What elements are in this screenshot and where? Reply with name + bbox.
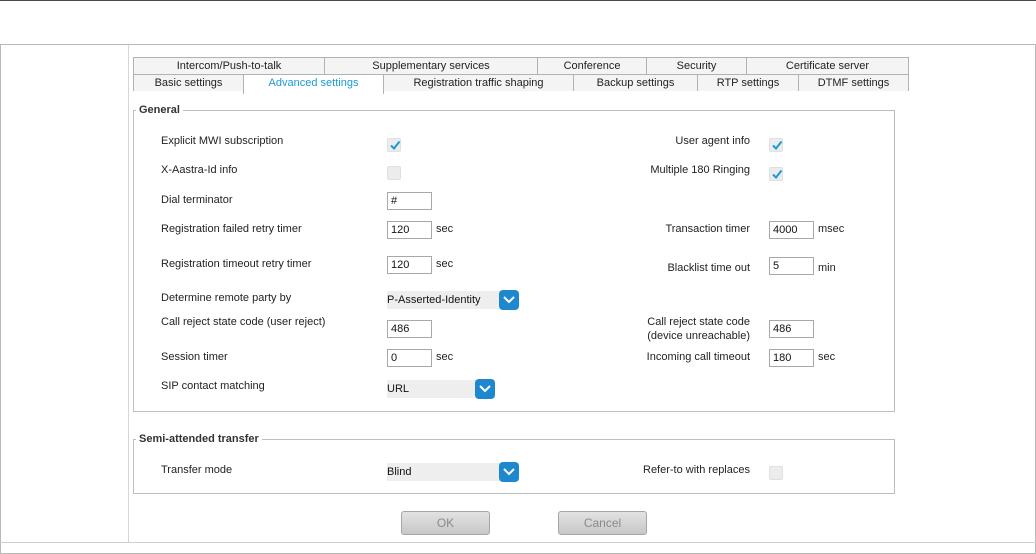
transaction-timer-unit: msec — [818, 223, 845, 235]
refer-to-checkbox[interactable] — [769, 466, 783, 480]
tab-registration-traffic-shaping[interactable]: Registration traffic shaping — [383, 74, 574, 91]
transaction-timer-label: Transaction timer — [665, 223, 750, 235]
blacklist-timeout-label: Blacklist time out — [667, 262, 750, 274]
transfer-mode-label: Transfer mode — [161, 464, 233, 476]
remote-party-value: P-Asserted-Identity — [387, 294, 481, 306]
refer-to-label: Refer-to with replaces — [643, 464, 750, 476]
ok-button[interactable]: OK — [401, 511, 490, 535]
user-agent-info-checkbox[interactable] — [769, 138, 783, 152]
explicit-mwi-checkbox[interactable] — [387, 138, 401, 152]
reject-device-label-1: Call reject state code — [647, 316, 750, 328]
reject-device-input[interactable] — [769, 320, 814, 338]
content-left-border — [128, 45, 129, 542]
tab-advanced-settings[interactable]: Advanced settings — [243, 74, 384, 94]
top-divider — [0, 0, 1036, 1]
session-timer-label: Session timer — [161, 351, 228, 363]
reject-user-label: Call reject state code (user reject) — [161, 316, 326, 328]
transfer-mode-select[interactable]: Blind — [387, 462, 519, 482]
reject-device-label-2: (device unreachable) — [647, 330, 750, 342]
check-icon — [772, 169, 783, 180]
dial-terminator-input[interactable] — [387, 192, 432, 210]
incoming-timeout-label: Incoming call timeout — [646, 351, 750, 363]
blacklist-timeout-unit: min — [818, 262, 836, 274]
sip-contact-value: URL — [387, 383, 410, 395]
session-timer-unit: sec — [436, 351, 454, 363]
remote-party-select[interactable]: P-Asserted-Identity — [387, 290, 519, 310]
reg-failed-retry-input[interactable] — [387, 221, 432, 239]
tab-security[interactable]: Security — [646, 57, 747, 74]
cancel-button[interactable]: Cancel — [558, 511, 647, 535]
tab-basic-settings[interactable]: Basic settings — [133, 74, 244, 91]
multiple-180-checkbox[interactable] — [769, 167, 783, 181]
tab-certificate-server[interactable]: Certificate server — [746, 57, 909, 74]
check-icon — [772, 140, 783, 151]
tab-conference[interactable]: Conference — [537, 57, 647, 74]
explicit-mwi-label: Explicit MWI subscription — [161, 135, 284, 147]
chevron-down-icon[interactable] — [499, 290, 519, 310]
tab-backup-settings[interactable]: Backup settings — [573, 74, 698, 91]
reject-user-input[interactable] — [387, 320, 432, 338]
reg-timeout-retry-unit: sec — [436, 258, 454, 270]
reg-timeout-retry-input[interactable] — [387, 256, 432, 274]
semi-attended-legend: Semi-attended transfer — [136, 433, 262, 445]
remote-party-label: Determine remote party by — [161, 292, 292, 304]
sip-contact-label: SIP contact matching — [161, 380, 265, 392]
reg-failed-retry-unit: sec — [436, 223, 454, 235]
tab-rtp-settings[interactable]: RTP settings — [697, 74, 799, 91]
transaction-timer-input[interactable] — [769, 221, 814, 239]
incoming-timeout-input[interactable] — [769, 349, 814, 367]
chevron-down-icon[interactable] — [475, 379, 495, 399]
xaastra-id-checkbox[interactable] — [387, 166, 401, 180]
tab-dtmf-settings[interactable]: DTMF settings — [798, 74, 909, 91]
user-agent-info-label: User agent info — [675, 135, 750, 147]
dial-terminator-label: Dial terminator — [161, 194, 233, 206]
incoming-timeout-unit: sec — [818, 351, 836, 363]
check-icon — [390, 140, 401, 151]
reg-timeout-retry-label: Registration timeout retry timer — [161, 258, 312, 270]
transfer-mode-value: Blind — [387, 466, 412, 478]
general-legend: General — [136, 104, 183, 116]
chevron-down-icon[interactable] — [499, 462, 519, 482]
xaastra-id-label: X-Aastra-Id info — [161, 164, 238, 176]
multiple-180-label: Multiple 180 Ringing — [650, 164, 750, 176]
tab-supplementary-services[interactable]: Supplementary services — [324, 57, 538, 74]
sip-contact-select[interactable]: URL — [387, 379, 495, 399]
reg-failed-retry-label: Registration failed retry timer — [161, 223, 302, 235]
tab-intercom[interactable]: Intercom/Push-to-talk — [133, 57, 325, 74]
session-timer-input[interactable] — [387, 349, 432, 367]
blacklist-timeout-input[interactable] — [769, 257, 814, 275]
content-bottom-border — [0, 542, 1036, 543]
